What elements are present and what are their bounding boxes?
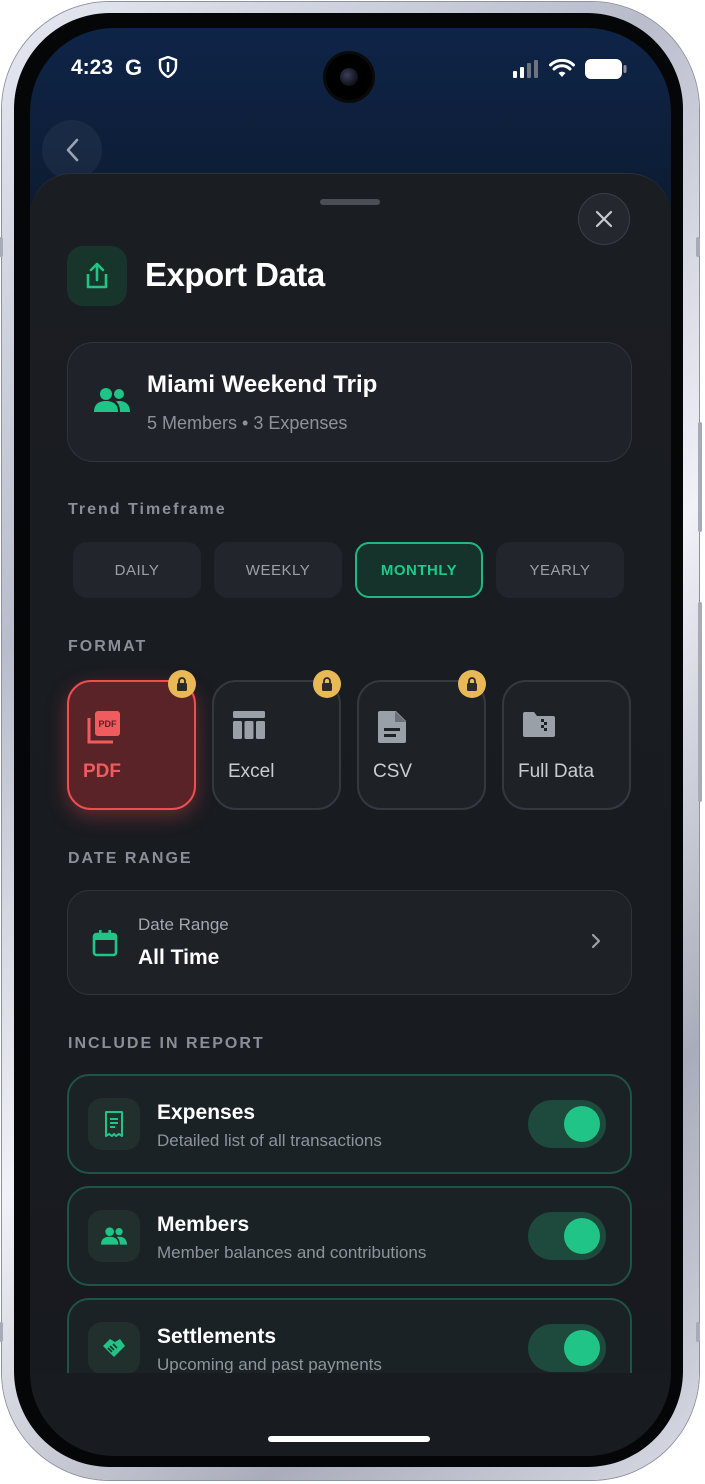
- screen: 4:23 G Export Data Miami Weekend Trip 5 …: [30, 28, 671, 1456]
- include-item-title: Members: [157, 1213, 250, 1236]
- include-item-title: Expenses: [157, 1101, 256, 1124]
- pdf-icon: PDF: [87, 710, 121, 749]
- sheet-grabber[interactable]: [320, 199, 380, 205]
- phone-bezel: 4:23 G Export Data Miami Weekend Trip 5 …: [14, 13, 683, 1467]
- lock-icon: [168, 670, 196, 698]
- document-icon: [377, 710, 407, 749]
- include-label: INCLUDE IN REPORT: [68, 1035, 265, 1052]
- include-item-description: Member balances and contributions: [157, 1243, 427, 1262]
- phone-side-button: [0, 1322, 3, 1342]
- group-card: Miami Weekend Trip 5 Members • 3 Expense…: [67, 342, 632, 462]
- include-item-members: Members Member balances and contribution…: [67, 1186, 632, 1286]
- format-option-pdf[interactable]: PDF PDF: [67, 670, 196, 810]
- receipt-icon: [88, 1098, 140, 1150]
- format-label-excel: Excel: [228, 761, 275, 782]
- lock-icon: [313, 670, 341, 698]
- format-option-csv[interactable]: CSV: [357, 670, 486, 810]
- include-item-title: Settlements: [157, 1325, 277, 1348]
- chevron-right-icon: [591, 933, 601, 954]
- handshake-icon: [88, 1322, 140, 1373]
- svg-text:PDF: PDF: [99, 719, 118, 729]
- toggle-knob: [564, 1330, 600, 1366]
- phone-side-button: [0, 237, 3, 257]
- timeframe-label: Trend Timeframe: [68, 501, 227, 518]
- timeframe-option-weekly[interactable]: WEEKLY: [214, 542, 342, 598]
- date-range-value: All Time: [138, 946, 220, 969]
- include-item-description: Detailed list of all transactions: [157, 1131, 382, 1150]
- format-label-csv: CSV: [373, 761, 413, 782]
- format-selector: PDF PDF Excel CSV Full Data: [67, 670, 631, 810]
- settlements-toggle[interactable]: [528, 1324, 606, 1372]
- format-label-pdf: PDF: [83, 761, 121, 782]
- folder-zip-icon: [522, 710, 556, 743]
- format-label: FORMAT: [68, 638, 148, 655]
- table-icon: [232, 710, 266, 745]
- phone-side-button: [698, 602, 702, 802]
- format-label-full-data: Full Data: [518, 761, 595, 782]
- home-indicator[interactable]: [268, 1436, 430, 1442]
- include-item-description: Upcoming and past payments: [157, 1355, 382, 1373]
- members-toggle[interactable]: [528, 1212, 606, 1260]
- date-range-picker[interactable]: Date Range All Time: [67, 890, 632, 995]
- page-title: Export Data: [145, 256, 325, 293]
- phone-side-button: [696, 1322, 700, 1342]
- phone-side-button: [696, 237, 700, 257]
- share-icon: [67, 246, 127, 306]
- toggle-knob: [564, 1218, 600, 1254]
- phone-side-button: [698, 422, 702, 532]
- expenses-toggle[interactable]: [528, 1100, 606, 1148]
- format-option-full-data[interactable]: Full Data: [502, 680, 631, 810]
- date-range-label: Date Range: [138, 915, 229, 934]
- format-option-excel[interactable]: Excel: [212, 670, 341, 810]
- group-meta: 5 Members • 3 Expenses: [147, 413, 348, 433]
- timeframe-option-monthly[interactable]: MONTHLY: [355, 542, 483, 598]
- export-sheet: Export Data Miami Weekend Trip 5 Members…: [30, 173, 671, 1373]
- close-button[interactable]: [578, 193, 630, 245]
- sheet-viewport: Export Data Miami Weekend Trip 5 Members…: [30, 28, 671, 1373]
- include-item-settlements: Settlements Upcoming and past payments: [67, 1298, 632, 1373]
- timeframe-option-daily[interactable]: DAILY: [73, 542, 201, 598]
- lock-icon: [458, 670, 486, 698]
- close-icon: [595, 210, 613, 228]
- toggle-knob: [564, 1106, 600, 1142]
- include-item-expenses: Expenses Detailed list of all transactio…: [67, 1074, 632, 1174]
- timeframe-selector: DAILY WEEKLY MONTHLY YEARLY: [73, 542, 624, 598]
- people-icon: [88, 1210, 140, 1262]
- bottom-safe-area: [30, 1373, 671, 1456]
- people-icon: [94, 387, 130, 418]
- timeframe-option-yearly[interactable]: YEARLY: [496, 542, 624, 598]
- date-range-section-label: DATE RANGE: [68, 850, 193, 867]
- group-name: Miami Weekend Trip: [147, 371, 378, 398]
- calendar-icon: [92, 929, 118, 962]
